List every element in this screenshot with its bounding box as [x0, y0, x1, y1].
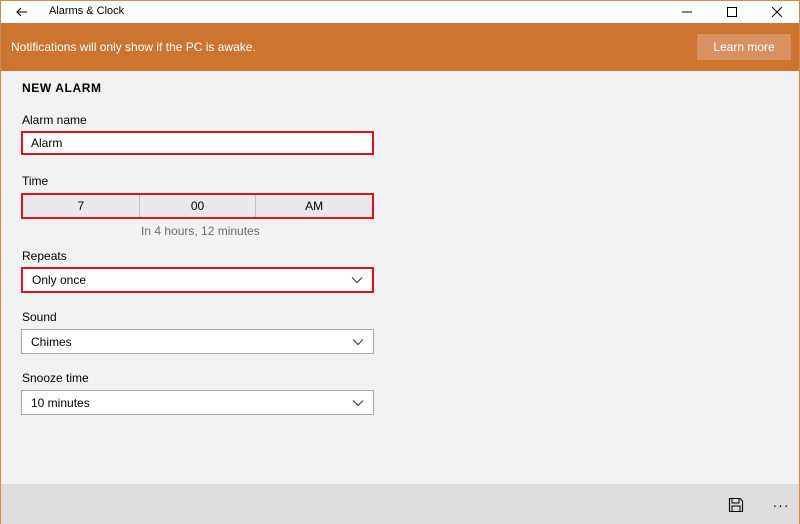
close-icon — [771, 7, 782, 17]
maximize-icon — [726, 7, 737, 17]
maximize-button[interactable] — [709, 1, 754, 23]
bottom-app-bar: ··· — [1, 484, 799, 524]
more-options-button[interactable]: ··· — [767, 492, 795, 518]
minimize-icon — [681, 11, 692, 13]
page-title: NEW ALARM — [22, 81, 102, 95]
close-button[interactable] — [754, 1, 799, 23]
app-window: Alarms & Clock Notifications will only s… — [0, 0, 800, 524]
save-icon — [728, 497, 744, 513]
snooze-dropdown[interactable]: 10 minutes — [21, 390, 374, 415]
save-button[interactable] — [723, 492, 749, 518]
alarm-name-label: Alarm name — [22, 113, 87, 127]
chevron-down-icon — [352, 338, 364, 345]
back-arrow-icon — [16, 7, 27, 17]
hour-selector[interactable]: 7 — [23, 195, 140, 217]
time-picker[interactable]: 7 00 AM — [21, 193, 374, 219]
alarm-name-value: Alarm — [31, 136, 63, 150]
sound-value: Chimes — [31, 334, 72, 349]
minute-selector[interactable]: 00 — [140, 195, 257, 217]
chevron-down-icon — [351, 277, 363, 284]
title-bar: Alarms & Clock — [1, 1, 799, 23]
chevron-down-icon — [352, 399, 364, 406]
repeats-dropdown[interactable]: Only once — [21, 267, 374, 293]
time-remaining-hint: In 4 hours, 12 minutes — [141, 224, 260, 238]
sound-label: Sound — [22, 310, 57, 324]
time-label: Time — [22, 174, 49, 188]
alarm-name-input[interactable]: Alarm — [21, 131, 374, 155]
notification-banner: Notifications will only show if the PC i… — [1, 23, 799, 71]
app-title: Alarms & Clock — [49, 5, 125, 17]
window-controls — [664, 1, 799, 23]
minimize-button[interactable] — [664, 1, 709, 23]
snooze-value: 10 minutes — [31, 395, 90, 410]
sound-dropdown[interactable]: Chimes — [21, 329, 374, 354]
back-button[interactable] — [9, 1, 35, 23]
period-selector[interactable]: AM — [256, 195, 372, 217]
snooze-label: Snooze time — [22, 371, 89, 385]
repeats-label: Repeats — [22, 249, 67, 263]
banner-message: Notifications will only show if the PC i… — [11, 40, 256, 54]
repeats-value: Only once — [32, 273, 87, 287]
learn-more-button[interactable]: Learn more — [697, 34, 791, 60]
